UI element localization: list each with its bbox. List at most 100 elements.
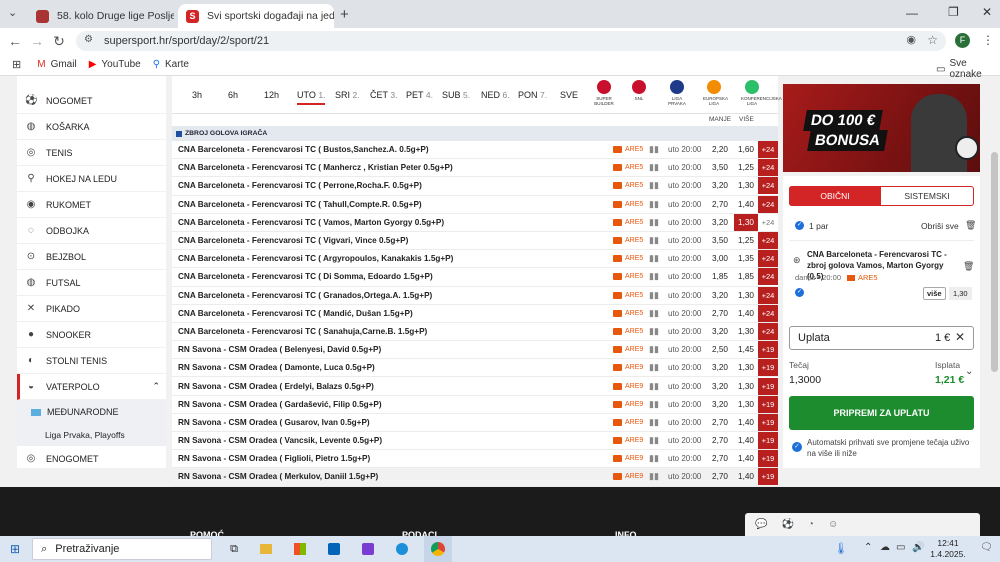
remove-bet-icon[interactable]: 🗑 — [963, 261, 974, 272]
close-window-icon[interactable]: ✕ — [982, 5, 992, 19]
reload-icon[interactable]: ↻ — [48, 33, 70, 50]
restore-icon[interactable]: ❐ — [948, 5, 959, 19]
forward-icon[interactable]: → — [26, 33, 48, 49]
odd-over[interactable]: 1,30 — [734, 287, 758, 304]
sidebar-item-pikado[interactable]: ✕ PIKADO — [17, 296, 166, 322]
more-markets-button[interactable]: +24 — [758, 159, 778, 177]
league-logo-1[interactable]: SUPER BUILDER — [593, 80, 615, 106]
odd-under[interactable]: 2,20 — [705, 145, 735, 154]
notifications-icon[interactable]: 🗨 — [980, 542, 993, 553]
volume-icon[interactable]: 🔊 — [912, 542, 924, 553]
tab-single[interactable]: OBIČNI — [789, 186, 881, 206]
event-name[interactable]: RN Savona - CSM Oradea ( Figlioli, Pietr… — [178, 454, 370, 463]
event-name[interactable]: CNA Barceloneta - Ferencvarosi TC ( Tahu… — [178, 200, 422, 209]
profile-avatar[interactable]: F — [955, 33, 970, 48]
odd-over[interactable]: 1,30 — [734, 396, 758, 413]
more-markets-button[interactable]: +24 — [758, 322, 778, 340]
ares-stream[interactable]: ARE9 — [613, 346, 643, 354]
odd-over[interactable]: 1,60 — [734, 141, 758, 158]
odd-under[interactable]: 2,70 — [705, 454, 735, 463]
more-markets-button[interactable]: +24 — [758, 177, 778, 195]
ares-stream[interactable]: ARE5 — [613, 291, 643, 299]
league-logo-2[interactable]: SNL — [628, 80, 650, 101]
event-name[interactable]: CNA Barceloneta - Ferencvarosi TC ( Argy… — [178, 254, 453, 263]
new-tab-plus-icon[interactable]: + — [340, 6, 349, 23]
event-name[interactable]: RN Savona - CSM Oradea ( Damonte, Luca 0… — [178, 363, 375, 372]
time-filter-sve[interactable]: SVE — [560, 90, 578, 100]
event-name[interactable]: CNA Barceloneta - Ferencvarosi TC ( Sana… — [178, 327, 427, 336]
more-markets-button[interactable]: +19 — [758, 395, 778, 413]
event-row[interactable]: CNA Barceloneta - Ferencvarosi TC ( Gran… — [172, 286, 778, 305]
submit-bet-button[interactable]: PRIPREMI ZA UPLATU — [789, 396, 974, 430]
ares-stream[interactable]: ARE5 — [613, 182, 643, 190]
ares-stream[interactable]: ARE5 — [613, 273, 643, 281]
event-name[interactable]: CNA Barceloneta - Ferencvarosi TC ( Gran… — [178, 291, 432, 300]
event-row[interactable]: CNA Barceloneta - Ferencvarosi TC ( Bust… — [172, 141, 778, 160]
event-row[interactable]: CNA Barceloneta - Ferencvarosi TC ( Tahu… — [172, 195, 778, 214]
league-logo-4[interactable]: EUROPSKA LIGA — [703, 80, 728, 106]
eye-off-icon[interactable]: ◉ — [906, 33, 916, 46]
tray-chevron-icon[interactable]: ⌃ — [864, 542, 872, 553]
odd-over[interactable]: 1,40 — [734, 468, 758, 485]
event-row[interactable]: CNA Barceloneta - Ferencvarosi TC ( Perr… — [172, 177, 778, 196]
more-markets-button[interactable]: +24 — [758, 195, 778, 213]
event-row[interactable]: CNA Barceloneta - Ferencvarosi TC ( Di S… — [172, 268, 778, 287]
event-name[interactable]: RN Savona - CSM Oradea ( Gusarov, Ivan 0… — [178, 418, 370, 427]
odd-under[interactable]: 2,70 — [705, 418, 735, 427]
sidebar-item-tenis[interactable]: ◎ TENIS — [17, 140, 166, 166]
back-icon[interactable]: ← — [4, 33, 26, 49]
time-filter-sub[interactable]: SUB 5. — [442, 90, 470, 100]
sidebar-item-košarka[interactable]: ◍ KOŠARKA — [17, 114, 166, 140]
more-markets-button[interactable]: +19 — [758, 341, 778, 359]
chevron-down-icon[interactable]: ⌄ — [965, 366, 973, 377]
odd-over[interactable]: 1,30 — [734, 323, 758, 340]
event-name[interactable]: RN Savona - CSM Oradea ( Belenyesi, Davi… — [178, 345, 381, 354]
more-markets-button[interactable]: +19 — [758, 377, 778, 395]
ares-stream[interactable]: ARE9 — [613, 437, 643, 445]
odd-over[interactable]: 1,40 — [734, 414, 758, 431]
thermometer-icon[interactable]: 🌡 — [834, 542, 848, 555]
promo-banner[interactable]: DO 100 € BONUSA — [783, 84, 980, 172]
ares-stream[interactable]: ARE9 — [613, 455, 643, 463]
odd-under[interactable]: 2,70 — [705, 309, 735, 318]
outlook-icon[interactable] — [327, 543, 340, 555]
odd-under[interactable]: 2,70 — [705, 472, 735, 481]
trash-icon[interactable]: 🗑 — [965, 220, 976, 231]
time-filter-sri[interactable]: SRI 2. — [335, 90, 360, 100]
ares-stream[interactable]: ARE5 — [613, 309, 643, 317]
smile-icon[interactable]: ☺ — [828, 519, 838, 530]
event-row[interactable]: CNA Barceloneta - Ferencvarosi TC ( Vigv… — [172, 232, 778, 251]
ares-stream[interactable]: ARE5 — [613, 237, 643, 245]
odd-over[interactable]: 1,45 — [734, 341, 758, 358]
ares-stream[interactable]: ARE9 — [613, 418, 643, 426]
event-name[interactable]: CNA Barceloneta - Ferencvarosi TC ( Di S… — [178, 272, 433, 281]
league-logo-5[interactable]: KONFERENCIJSKA LIGA — [741, 80, 782, 106]
file-explorer-icon[interactable] — [259, 544, 272, 554]
event-row[interactable]: RN Savona - CSM Oradea ( Belenyesi, Davi… — [172, 341, 778, 360]
ares-stream[interactable]: ARE5 — [613, 255, 643, 263]
stats-icon[interactable]: ▮▮ — [649, 326, 659, 337]
odd-under[interactable]: 2,50 — [705, 345, 735, 354]
stats-icon[interactable]: ▮▮ — [649, 381, 659, 392]
event-name[interactable]: RN Savona - CSM Oradea ( Vancsik, Levent… — [178, 436, 382, 445]
more-markets-button[interactable]: +19 — [758, 450, 778, 468]
stats-icon[interactable]: ▮▮ — [649, 144, 659, 155]
odd-over[interactable]: 1,30 — [734, 359, 758, 376]
time-filter-pon[interactable]: PON 7. — [518, 90, 547, 100]
time-filter-3h[interactable]: 3h — [192, 90, 202, 100]
site-info-icon[interactable]: ⚙ — [84, 34, 93, 45]
stats-icon[interactable]: ▮▮ — [649, 180, 659, 191]
event-row[interactable]: CNA Barceloneta - Ferencvarosi TC ( Mand… — [172, 304, 778, 323]
minimize-icon[interactable]: — — [906, 6, 918, 20]
more-markets-button[interactable]: +19 — [758, 432, 778, 450]
more-markets-button[interactable]: +24 — [758, 214, 778, 231]
event-row[interactable]: CNA Barceloneta - Ferencvarosi TC ( Sana… — [172, 322, 778, 342]
ares-stream[interactable]: ARE5 — [613, 164, 643, 172]
odd-over[interactable]: 1,40 — [734, 305, 758, 322]
sidebar-item-rukomet[interactable]: ◉ RUKOMET — [17, 192, 166, 218]
event-row[interactable]: CNA Barceloneta - Ferencvarosi TC ( Argy… — [172, 250, 778, 269]
ares-stream[interactable]: ARE9 — [613, 400, 643, 408]
task-view-icon[interactable]: ⧉ — [230, 543, 238, 556]
ares-stream[interactable]: ARE5 — [613, 146, 643, 154]
chat-widget[interactable]: 💬 ⚽ ◔ ☺ — [745, 513, 980, 536]
